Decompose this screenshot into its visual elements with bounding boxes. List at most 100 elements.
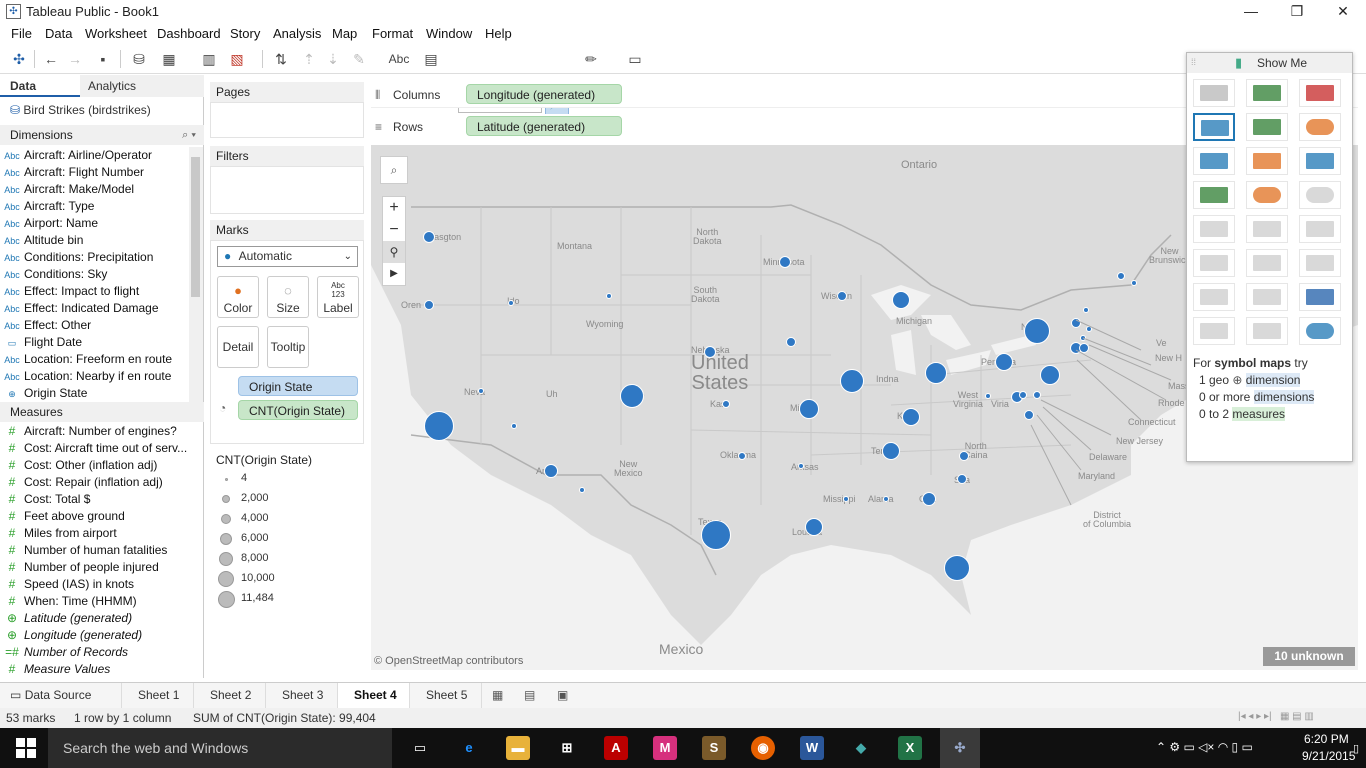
new-dashboard-icon[interactable]: ▤ xyxy=(524,688,535,702)
windows-start-icon[interactable] xyxy=(16,738,36,758)
sort-descending-icon[interactable]: ⇣ xyxy=(324,50,342,68)
menu-analysis[interactable]: Analysis xyxy=(273,26,321,41)
origin-state-detail-pill[interactable]: Origin State xyxy=(238,376,358,396)
show-me-header[interactable]: ⁞⁞ ▮ Show Me xyxy=(1187,53,1352,73)
unknown-indicator[interactable]: 10 unknown xyxy=(1263,647,1355,666)
show-me-treemap-button[interactable] xyxy=(1193,181,1235,209)
show-me-bullet-graph-button[interactable] xyxy=(1246,317,1288,345)
redo-icon[interactable]: → xyxy=(66,50,84,68)
dimension-field[interactable]: ⊕ Origin State xyxy=(0,385,188,402)
edge-browser-icon[interactable]: e xyxy=(457,736,481,760)
show-me-text-table-button[interactable] xyxy=(1193,79,1235,107)
minimize-button[interactable]: — xyxy=(1228,0,1274,24)
sheet-navigation-controls[interactable]: |◂ ◂ ▸ ▸| ▦ ▤ ▥ xyxy=(1238,711,1314,722)
latitude-rows-pill[interactable]: Latitude (generated) xyxy=(466,116,622,136)
pin-map-button[interactable]: ⚲ xyxy=(383,241,405,263)
measure-field[interactable]: # Cost: Aircraft time out of serv... xyxy=(0,440,188,457)
zoom-in-button[interactable]: + xyxy=(383,197,405,219)
size-button[interactable]: ◌ Size xyxy=(267,276,309,318)
tab-sheet-3[interactable]: Sheet 3 xyxy=(266,683,338,709)
show-me-area-discrete-button[interactable] xyxy=(1246,249,1288,277)
datasource-item[interactable]: ⛁ Bird Strikes (birdstrikes) xyxy=(10,100,195,120)
tab-sheet-4[interactable]: Sheet 4 xyxy=(338,683,410,709)
measure-field[interactable]: # Cost: Repair (inflation adj) xyxy=(0,474,188,491)
system-tray-icons[interactable]: ⌃ ⚙ ▭ ◁× ◠ ▯ ▭ xyxy=(1156,740,1253,754)
new-worksheet-icon[interactable]: ▦ xyxy=(492,688,503,702)
clear-sheet-icon[interactable]: ▧ xyxy=(228,50,246,68)
show-me-side-by-side-circles-button[interactable] xyxy=(1299,181,1341,209)
firefox-icon[interactable]: ◉ xyxy=(751,736,775,760)
acrobat-icon[interactable]: A xyxy=(604,736,628,760)
menu-worksheet[interactable]: Worksheet xyxy=(85,26,147,41)
show-me-dual-lines-button[interactable] xyxy=(1299,215,1341,243)
show-me-symbol-map-button[interactable] xyxy=(1193,113,1235,141)
excel-icon[interactable]: X xyxy=(898,736,922,760)
pages-shelf[interactable] xyxy=(210,102,364,138)
close-button[interactable]: ✕ xyxy=(1320,0,1366,24)
measure-field[interactable]: # When: Time (HHMM) xyxy=(0,593,188,610)
measure-field[interactable]: # Number of people injured xyxy=(0,559,188,576)
store-icon[interactable]: ⊞ xyxy=(555,736,579,760)
scrollbar-thumb[interactable] xyxy=(191,157,200,297)
filters-shelf[interactable] xyxy=(210,166,364,214)
measure-field[interactable]: # Measure Values xyxy=(0,661,188,678)
tab-data[interactable]: Data xyxy=(0,75,80,97)
menu-map[interactable]: Map xyxy=(332,26,357,41)
show-labels-button[interactable]: Abc xyxy=(386,50,412,68)
menu-story[interactable]: Story xyxy=(230,26,260,41)
measure-field[interactable]: ⊕ Longitude (generated) xyxy=(0,627,188,644)
tab-sheet-5[interactable]: Sheet 5 xyxy=(410,683,482,709)
show-me-packed-bubbles-button[interactable] xyxy=(1299,317,1341,345)
show-me-heat-map-button[interactable] xyxy=(1246,79,1288,107)
file-explorer-icon[interactable]: ▬ xyxy=(506,736,530,760)
tab-sheet-2[interactable]: Sheet 2 xyxy=(194,683,266,709)
sort-ascending-icon[interactable]: ⇡ xyxy=(300,50,318,68)
show-me-side-by-side-bars-button[interactable] xyxy=(1299,147,1341,175)
action-center-icon[interactable]: ▯ xyxy=(1353,742,1359,755)
dimension-field[interactable]: Abc Effect: Impact to flight xyxy=(0,283,188,300)
show-me-scatter-plot-button[interactable] xyxy=(1193,283,1235,311)
show-me-pie-chart-button[interactable] xyxy=(1299,113,1341,141)
dimension-field[interactable]: Abc Aircraft: Make/Model xyxy=(0,181,188,198)
measure-field[interactable]: # Number of human fatalities xyxy=(0,542,188,559)
cnt-origin-state-size-pill[interactable]: CNT(Origin State) xyxy=(238,400,358,420)
new-worksheet-icon[interactable]: ▦ xyxy=(160,50,178,68)
measure-field[interactable]: # Speed (IAS) in knots xyxy=(0,576,188,593)
search-icon[interactable]: ⌕ ▾ xyxy=(182,125,196,145)
show-me-dual-combination-button[interactable] xyxy=(1299,249,1341,277)
menu-window[interactable]: Window xyxy=(426,26,472,41)
drag-handle-icon[interactable]: ⁞⁞ xyxy=(1191,57,1196,67)
mark-type-dropdown[interactable]: ● Automatic ⌄ xyxy=(217,246,358,267)
menu-data[interactable]: Data xyxy=(45,26,72,41)
label-button[interactable]: Abc 123 Label xyxy=(317,276,359,318)
measure-field[interactable]: # Cost: Other (inflation adj) xyxy=(0,457,188,474)
measure-field[interactable]: ⊕ Latitude (generated) xyxy=(0,610,188,627)
dimension-field[interactable]: Abc Location: Freeform en route xyxy=(0,351,188,368)
measure-field[interactable]: # Feet above ground xyxy=(0,508,188,525)
dimension-field[interactable]: Abc Airport: Name xyxy=(0,215,188,232)
undo-icon[interactable]: ← xyxy=(42,50,60,68)
show-me-highlight-table-button[interactable] xyxy=(1299,79,1341,107)
dimension-field[interactable]: Abc Effect: Other xyxy=(0,317,188,334)
duplicate-sheet-icon[interactable]: ▥ xyxy=(200,50,218,68)
measure-field[interactable]: =# Number of Records xyxy=(0,644,188,661)
show-me-box-and-whisker-button[interactable] xyxy=(1299,283,1341,311)
show-me-gantt-chart-button[interactable] xyxy=(1193,317,1235,345)
zoom-out-button[interactable]: − xyxy=(383,219,405,241)
measure-field[interactable]: # Aircraft: Number of engines? xyxy=(0,423,188,440)
expand-toolbar-button[interactable]: ▶ xyxy=(383,263,405,285)
color-button[interactable]: ● Color xyxy=(217,276,259,318)
taskbar-search-box[interactable]: Search the web and Windows xyxy=(48,728,392,768)
presentation-pen-icon[interactable]: ✏ xyxy=(582,50,600,68)
measure-field[interactable]: # Miles from airport xyxy=(0,525,188,542)
onenote-like-app-icon[interactable]: M xyxy=(653,736,677,760)
tab-data-source[interactable]: ▭ Data Source xyxy=(0,683,122,709)
show-me-continuous-lines-button[interactable] xyxy=(1193,215,1235,243)
show-me-filled-map-button[interactable] xyxy=(1246,113,1288,141)
map-search-button[interactable]: ⌕ xyxy=(380,156,408,184)
highlight-icon[interactable]: ✎ xyxy=(350,50,368,68)
menu-dashboard[interactable]: Dashboard xyxy=(157,26,221,41)
dimension-field[interactable]: Abc Conditions: Sky xyxy=(0,266,188,283)
sublime-text-icon[interactable]: S xyxy=(702,736,726,760)
swap-icon[interactable]: ⇅ xyxy=(272,50,290,68)
